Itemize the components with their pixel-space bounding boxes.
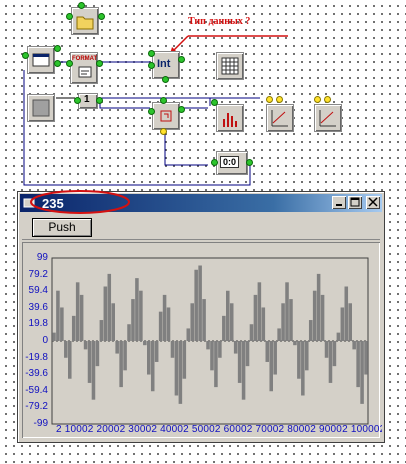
x-tick-labels: 2 10002 20002 30002 40002 50002 60002 70… (56, 424, 382, 435)
y-tick-label: -99 (33, 418, 48, 429)
y-tick-label: 39.6 (28, 301, 48, 313)
y-tick-label: 79.2 (28, 268, 48, 280)
line-chart (51, 257, 369, 425)
y-tick-label: 19.8 (28, 318, 48, 330)
y-tick-label: 59.4 (28, 285, 48, 297)
y-tick-label: -19.8 (25, 351, 48, 363)
y-tick-label: -59.4 (25, 384, 48, 396)
y-tick-label: -79.2 (25, 401, 48, 413)
y-tick-label: 99 (36, 252, 48, 263)
y-tick-label: 0 (42, 335, 48, 346)
y-tick-label: -39.6 (25, 368, 48, 380)
